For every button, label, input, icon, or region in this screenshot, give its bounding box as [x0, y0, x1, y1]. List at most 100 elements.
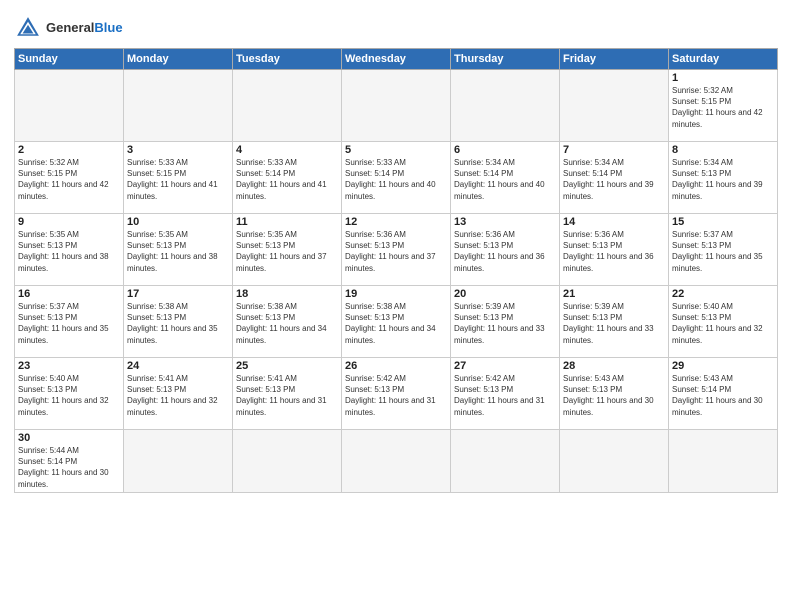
calendar-table: SundayMondayTuesdayWednesdayThursdayFrid… [14, 48, 778, 493]
calendar-cell [451, 70, 560, 142]
calendar-cell: 26Sunrise: 5:42 AMSunset: 5:13 PMDayligh… [342, 358, 451, 430]
calendar-cell: 13Sunrise: 5:36 AMSunset: 5:13 PMDayligh… [451, 214, 560, 286]
day-info: Sunrise: 5:42 AMSunset: 5:13 PMDaylight:… [345, 373, 447, 418]
calendar-cell: 20Sunrise: 5:39 AMSunset: 5:13 PMDayligh… [451, 286, 560, 358]
calendar-cell: 5Sunrise: 5:33 AMSunset: 5:14 PMDaylight… [342, 142, 451, 214]
day-info: Sunrise: 5:39 AMSunset: 5:13 PMDaylight:… [454, 301, 556, 346]
calendar-cell: 18Sunrise: 5:38 AMSunset: 5:13 PMDayligh… [233, 286, 342, 358]
day-number: 21 [563, 288, 665, 300]
day-info: Sunrise: 5:35 AMSunset: 5:13 PMDaylight:… [18, 229, 120, 274]
calendar-cell: 28Sunrise: 5:43 AMSunset: 5:13 PMDayligh… [560, 358, 669, 430]
day-info: Sunrise: 5:38 AMSunset: 5:13 PMDaylight:… [236, 301, 338, 346]
calendar-cell: 22Sunrise: 5:40 AMSunset: 5:13 PMDayligh… [669, 286, 778, 358]
calendar-cell: 1Sunrise: 5:32 AMSunset: 5:15 PMDaylight… [669, 70, 778, 142]
calendar-cell: 9Sunrise: 5:35 AMSunset: 5:13 PMDaylight… [15, 214, 124, 286]
calendar-cell: 30Sunrise: 5:44 AMSunset: 5:14 PMDayligh… [15, 430, 124, 493]
day-number: 17 [127, 288, 229, 300]
day-info: Sunrise: 5:34 AMSunset: 5:13 PMDaylight:… [672, 157, 774, 202]
day-number: 9 [18, 216, 120, 228]
calendar-cell: 16Sunrise: 5:37 AMSunset: 5:13 PMDayligh… [15, 286, 124, 358]
day-info: Sunrise: 5:34 AMSunset: 5:14 PMDaylight:… [563, 157, 665, 202]
calendar-cell: 11Sunrise: 5:35 AMSunset: 5:13 PMDayligh… [233, 214, 342, 286]
day-info: Sunrise: 5:35 AMSunset: 5:13 PMDaylight:… [236, 229, 338, 274]
day-number: 30 [18, 432, 120, 444]
day-number: 14 [563, 216, 665, 228]
calendar-cell [233, 430, 342, 493]
day-number: 25 [236, 360, 338, 372]
calendar-cell: 19Sunrise: 5:38 AMSunset: 5:13 PMDayligh… [342, 286, 451, 358]
day-info: Sunrise: 5:33 AMSunset: 5:14 PMDaylight:… [345, 157, 447, 202]
day-number: 2 [18, 144, 120, 156]
calendar-cell [342, 430, 451, 493]
day-info: Sunrise: 5:39 AMSunset: 5:13 PMDaylight:… [563, 301, 665, 346]
day-info: Sunrise: 5:32 AMSunset: 5:15 PMDaylight:… [18, 157, 120, 202]
day-number: 29 [672, 360, 774, 372]
header: GeneralBlue [14, 10, 778, 42]
day-info: Sunrise: 5:36 AMSunset: 5:13 PMDaylight:… [563, 229, 665, 274]
calendar-cell: 4Sunrise: 5:33 AMSunset: 5:14 PMDaylight… [233, 142, 342, 214]
day-info: Sunrise: 5:41 AMSunset: 5:13 PMDaylight:… [127, 373, 229, 418]
calendar-cell: 8Sunrise: 5:34 AMSunset: 5:13 PMDaylight… [669, 142, 778, 214]
calendar-cell [124, 70, 233, 142]
calendar-day-header: Thursday [451, 49, 560, 70]
calendar-day-header: Monday [124, 49, 233, 70]
logo: GeneralBlue [14, 14, 123, 42]
day-info: Sunrise: 5:43 AMSunset: 5:13 PMDaylight:… [563, 373, 665, 418]
calendar-cell [124, 430, 233, 493]
calendar-cell [451, 430, 560, 493]
calendar-day-header: Sunday [15, 49, 124, 70]
day-info: Sunrise: 5:35 AMSunset: 5:13 PMDaylight:… [127, 229, 229, 274]
logo-text-block: GeneralBlue [46, 21, 123, 35]
calendar-cell: 21Sunrise: 5:39 AMSunset: 5:13 PMDayligh… [560, 286, 669, 358]
day-number: 10 [127, 216, 229, 228]
day-info: Sunrise: 5:36 AMSunset: 5:13 PMDaylight:… [454, 229, 556, 274]
calendar-day-header: Tuesday [233, 49, 342, 70]
calendar-cell: 2Sunrise: 5:32 AMSunset: 5:15 PMDaylight… [15, 142, 124, 214]
calendar-cell: 10Sunrise: 5:35 AMSunset: 5:13 PMDayligh… [124, 214, 233, 286]
calendar-cell: 12Sunrise: 5:36 AMSunset: 5:13 PMDayligh… [342, 214, 451, 286]
day-number: 27 [454, 360, 556, 372]
calendar-cell [342, 70, 451, 142]
day-info: Sunrise: 5:42 AMSunset: 5:13 PMDaylight:… [454, 373, 556, 418]
day-info: Sunrise: 5:34 AMSunset: 5:14 PMDaylight:… [454, 157, 556, 202]
day-number: 8 [672, 144, 774, 156]
day-number: 24 [127, 360, 229, 372]
calendar-cell: 7Sunrise: 5:34 AMSunset: 5:14 PMDaylight… [560, 142, 669, 214]
day-info: Sunrise: 5:37 AMSunset: 5:13 PMDaylight:… [672, 229, 774, 274]
day-number: 22 [672, 288, 774, 300]
day-number: 11 [236, 216, 338, 228]
day-info: Sunrise: 5:40 AMSunset: 5:13 PMDaylight:… [18, 373, 120, 418]
day-number: 6 [454, 144, 556, 156]
day-info: Sunrise: 5:44 AMSunset: 5:14 PMDaylight:… [18, 445, 120, 490]
day-info: Sunrise: 5:33 AMSunset: 5:15 PMDaylight:… [127, 157, 229, 202]
day-number: 16 [18, 288, 120, 300]
day-number: 13 [454, 216, 556, 228]
calendar-cell: 6Sunrise: 5:34 AMSunset: 5:14 PMDaylight… [451, 142, 560, 214]
day-info: Sunrise: 5:40 AMSunset: 5:13 PMDaylight:… [672, 301, 774, 346]
day-number: 26 [345, 360, 447, 372]
day-number: 3 [127, 144, 229, 156]
day-number: 18 [236, 288, 338, 300]
day-info: Sunrise: 5:43 AMSunset: 5:14 PMDaylight:… [672, 373, 774, 418]
day-number: 12 [345, 216, 447, 228]
calendar-cell: 27Sunrise: 5:42 AMSunset: 5:13 PMDayligh… [451, 358, 560, 430]
logo-icon [14, 14, 42, 42]
calendar-header-row: SundayMondayTuesdayWednesdayThursdayFrid… [15, 49, 778, 70]
calendar-cell: 25Sunrise: 5:41 AMSunset: 5:13 PMDayligh… [233, 358, 342, 430]
calendar-cell [560, 430, 669, 493]
calendar-cell [560, 70, 669, 142]
calendar-cell: 14Sunrise: 5:36 AMSunset: 5:13 PMDayligh… [560, 214, 669, 286]
logo-line1: GeneralBlue [46, 21, 123, 35]
calendar-cell: 3Sunrise: 5:33 AMSunset: 5:15 PMDaylight… [124, 142, 233, 214]
calendar-cell [233, 70, 342, 142]
calendar-cell [669, 430, 778, 493]
calendar-day-header: Friday [560, 49, 669, 70]
day-info: Sunrise: 5:41 AMSunset: 5:13 PMDaylight:… [236, 373, 338, 418]
day-number: 4 [236, 144, 338, 156]
page: GeneralBlue SundayMondayTuesdayWednesday… [0, 0, 792, 612]
day-number: 19 [345, 288, 447, 300]
day-number: 7 [563, 144, 665, 156]
day-info: Sunrise: 5:33 AMSunset: 5:14 PMDaylight:… [236, 157, 338, 202]
calendar-cell: 17Sunrise: 5:38 AMSunset: 5:13 PMDayligh… [124, 286, 233, 358]
day-info: Sunrise: 5:32 AMSunset: 5:15 PMDaylight:… [672, 85, 774, 130]
